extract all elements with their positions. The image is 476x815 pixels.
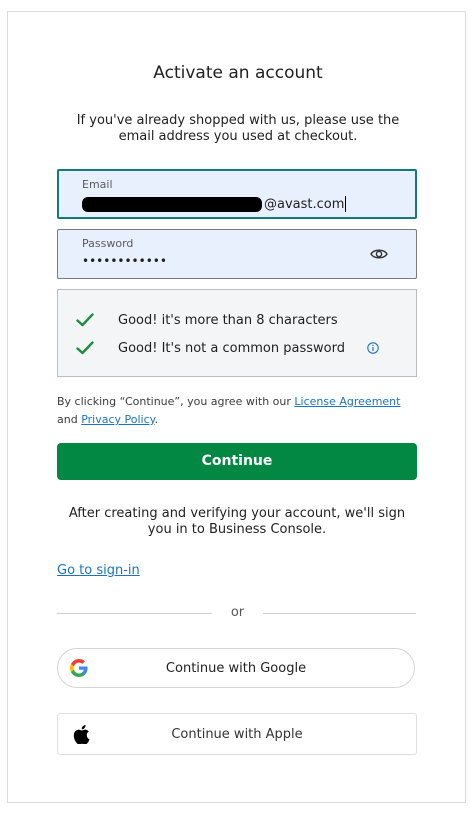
check-icon bbox=[76, 341, 94, 355]
divider-or: or bbox=[230, 605, 245, 620]
after-signup-note: After creating and verifying your accoun… bbox=[68, 506, 406, 537]
divider-line-right bbox=[263, 613, 416, 614]
password-check-common: Good! It's not a common password bbox=[76, 338, 379, 358]
divider-line-left bbox=[57, 613, 212, 614]
redacted-text bbox=[82, 196, 262, 212]
check-icon bbox=[76, 313, 94, 327]
legal-prefix: By clicking “Continue”, you agree with o… bbox=[57, 395, 295, 408]
email-domain: @avast.com bbox=[264, 196, 345, 212]
password-value[interactable]: •••••••••••• bbox=[82, 254, 167, 268]
eye-icon[interactable] bbox=[370, 247, 388, 261]
password-requirements: Good! it's more than 8 characters Good! … bbox=[57, 289, 417, 377]
email-value[interactable]: @avast.com bbox=[82, 195, 347, 213]
text-caret bbox=[345, 196, 347, 212]
password-label: Password bbox=[82, 237, 134, 250]
email-label: Email bbox=[82, 178, 113, 191]
google-button-label: Continue with Google bbox=[165, 661, 307, 676]
info-icon[interactable] bbox=[367, 342, 379, 354]
check-text: Good! It's not a common password bbox=[118, 340, 345, 356]
password-check-length: Good! it's more than 8 characters bbox=[76, 310, 338, 330]
legal-text: By clicking “Continue”, you agree with o… bbox=[57, 393, 417, 429]
continue-button[interactable]: Continue bbox=[57, 443, 417, 480]
email-field[interactable]: Email @avast.com bbox=[57, 169, 417, 219]
continue-with-google-button[interactable]: Continue with Google bbox=[57, 648, 415, 688]
legal-middle: and bbox=[57, 413, 82, 426]
go-to-signin-link[interactable]: Go to sign-in bbox=[57, 563, 140, 578]
password-field[interactable]: Password •••••••••••• bbox=[57, 229, 417, 279]
check-text: Good! it's more than 8 characters bbox=[118, 312, 338, 328]
page-title: Activate an account bbox=[153, 63, 323, 83]
page-subtitle: If you've already shopped with us, pleas… bbox=[76, 113, 400, 144]
apple-button-label: Continue with Apple bbox=[171, 727, 303, 742]
legal-suffix: . bbox=[154, 413, 159, 426]
license-agreement-link[interactable]: License Agreement bbox=[294, 395, 400, 408]
continue-with-apple-button[interactable]: Continue with Apple bbox=[57, 713, 417, 755]
privacy-policy-link[interactable]: Privacy Policy bbox=[81, 413, 154, 426]
